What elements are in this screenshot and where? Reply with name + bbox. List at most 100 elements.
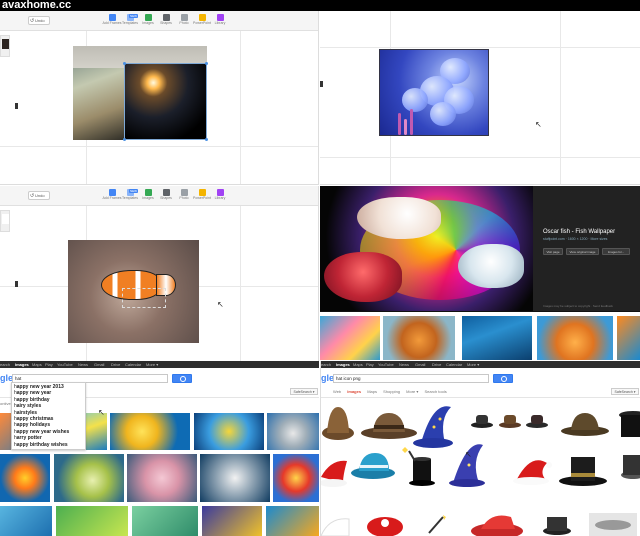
image-result[interactable] — [351, 453, 395, 479]
image-result[interactable] — [561, 413, 609, 436]
image-result[interactable] — [471, 415, 493, 428]
topbar-link[interactable]: Drive — [111, 362, 120, 367]
safesearch-dropdown[interactable]: SafeSearch ▾ — [611, 388, 639, 395]
tab-maps[interactable]: Maps — [367, 389, 377, 394]
suggestion-item[interactable]: happy birthday wishes — [14, 442, 83, 448]
image-result[interactable] — [499, 415, 521, 428]
side-handle[interactable] — [15, 281, 18, 287]
topbar-link[interactable]: News — [399, 362, 409, 367]
image-result[interactable] — [402, 447, 435, 486]
topbar-link[interactable]: More ▾ — [467, 362, 479, 367]
earth-image-selected[interactable] — [124, 63, 207, 140]
editor-panel-clownfish: Undo Add Frames TemplatesNEW Images Shap… — [0, 186, 319, 361]
frame-thumbnail[interactable] — [0, 35, 10, 57]
topbar-link[interactable]: Calendar — [446, 362, 462, 367]
crop-selection[interactable] — [122, 288, 166, 308]
tab-images[interactable]: Images — [347, 389, 361, 394]
image-result[interactable] — [543, 517, 571, 535]
library-button[interactable]: Library — [212, 188, 228, 204]
image-result[interactable] — [266, 506, 319, 536]
topbar-link[interactable]: Drive — [432, 362, 441, 367]
image-result[interactable] — [413, 406, 453, 448]
image-result[interactable] — [621, 455, 640, 479]
image-thumbnail[interactable] — [537, 316, 613, 360]
image-result[interactable] — [0, 506, 52, 536]
image-thumbnail[interactable] — [462, 316, 532, 360]
side-handle[interactable] — [15, 103, 18, 109]
resize-handle[interactable] — [205, 138, 208, 141]
image-result[interactable] — [513, 460, 552, 485]
frame-thumbnail[interactable] — [0, 210, 10, 232]
topbar-link[interactable]: Play — [45, 362, 53, 367]
resize-handle[interactable] — [123, 62, 126, 65]
tab-web[interactable]: Web — [333, 389, 341, 394]
topbar-link[interactable]: Images — [15, 362, 29, 367]
editor-panel-blue-fish: ↖ — [320, 11, 640, 185]
image-result[interactable] — [361, 413, 417, 439]
mouse-cursor: ↖ — [98, 408, 105, 417]
image-result[interactable] — [428, 515, 446, 534]
tab-shopping[interactable]: Shopping — [383, 389, 400, 394]
image-thumbnail[interactable] — [320, 316, 380, 360]
search-button[interactable] — [493, 374, 513, 383]
side-handle[interactable] — [320, 81, 323, 87]
topbar-link[interactable]: YouTube — [57, 362, 73, 367]
topbar-link[interactable]: News — [78, 362, 88, 367]
image-result[interactable] — [56, 506, 128, 536]
image-result[interactable] — [367, 517, 403, 536]
topbar-link[interactable]: Maps — [32, 362, 42, 367]
blue-fish-image[interactable] — [379, 49, 489, 136]
oscar-fish-preview[interactable] — [320, 186, 533, 311]
clownfish-image[interactable] — [68, 240, 199, 343]
autocomplete-dropdown: happy new year 2013 happy new year happy… — [11, 382, 86, 451]
image-result[interactable] — [321, 518, 350, 536]
image-result[interactable] — [322, 407, 354, 440]
safesearch-dropdown[interactable]: SafeSearch ▾ — [290, 388, 318, 395]
tab-search-tools[interactable]: Search tools — [425, 389, 447, 394]
image-thumbnail[interactable] — [617, 316, 640, 360]
image-thumbnail[interactable] — [383, 316, 455, 360]
preview-title[interactable]: Oscar fish - Fish Wallpaper — [543, 229, 615, 235]
topbar-link[interactable]: Gmail — [94, 362, 104, 367]
topbar-link[interactable]: Play — [366, 362, 374, 367]
image-result[interactable] — [273, 454, 319, 502]
image-result[interactable] — [127, 454, 197, 502]
undo-button[interactable]: Undo — [28, 191, 50, 200]
topbar-link[interactable]: Gmail — [415, 362, 425, 367]
image-result[interactable] — [202, 506, 262, 536]
image-result[interactable] — [54, 454, 124, 502]
view-original-button[interactable]: View original image — [566, 248, 599, 255]
image-result[interactable] — [132, 506, 198, 536]
image-result[interactable] — [559, 457, 607, 486]
topbar-link[interactable]: Images — [336, 362, 350, 367]
topbar-link[interactable]: YouTube — [378, 362, 394, 367]
topbar-link[interactable]: Maps — [353, 362, 363, 367]
image-result[interactable] — [619, 411, 640, 437]
resize-handle[interactable] — [205, 62, 208, 65]
undo-button[interactable]: Undo — [28, 16, 50, 25]
visit-page-button[interactable]: Visit page — [543, 248, 563, 255]
topbar-link[interactable]: earch — [321, 362, 331, 367]
search-input[interactable]: hat icon png — [333, 374, 489, 383]
image-result[interactable] — [0, 454, 50, 502]
image-result[interactable] — [526, 415, 548, 428]
image-result[interactable] — [200, 454, 270, 502]
preview-url[interactable]: stuffpoint.com · 1600 × 1200 · More size… — [543, 237, 607, 241]
sidebar-label[interactable]: ontive — [0, 401, 11, 406]
tab-more[interactable]: More ▾ — [406, 389, 418, 394]
topbar-link[interactable]: Calendar — [125, 362, 141, 367]
image-thumbnail-strip — [320, 312, 640, 361]
image-result[interactable] — [194, 413, 264, 450]
images-for-button[interactable]: Images for... — [602, 248, 630, 255]
google-search-panel-autocomplete: earch Images Maps Play YouTube News Gmai… — [0, 361, 319, 536]
image-result[interactable] — [267, 413, 319, 450]
image-result[interactable] — [471, 515, 523, 536]
search-button[interactable] — [172, 374, 192, 383]
image-result[interactable] — [110, 413, 190, 450]
resize-handle[interactable] — [123, 138, 126, 141]
library-button[interactable]: Library — [212, 13, 228, 29]
image-result[interactable] — [321, 460, 347, 487]
topbar-link[interactable]: More ▾ — [146, 362, 158, 367]
topbar-link[interactable]: earch — [0, 362, 10, 367]
image-result[interactable] — [589, 513, 637, 536]
